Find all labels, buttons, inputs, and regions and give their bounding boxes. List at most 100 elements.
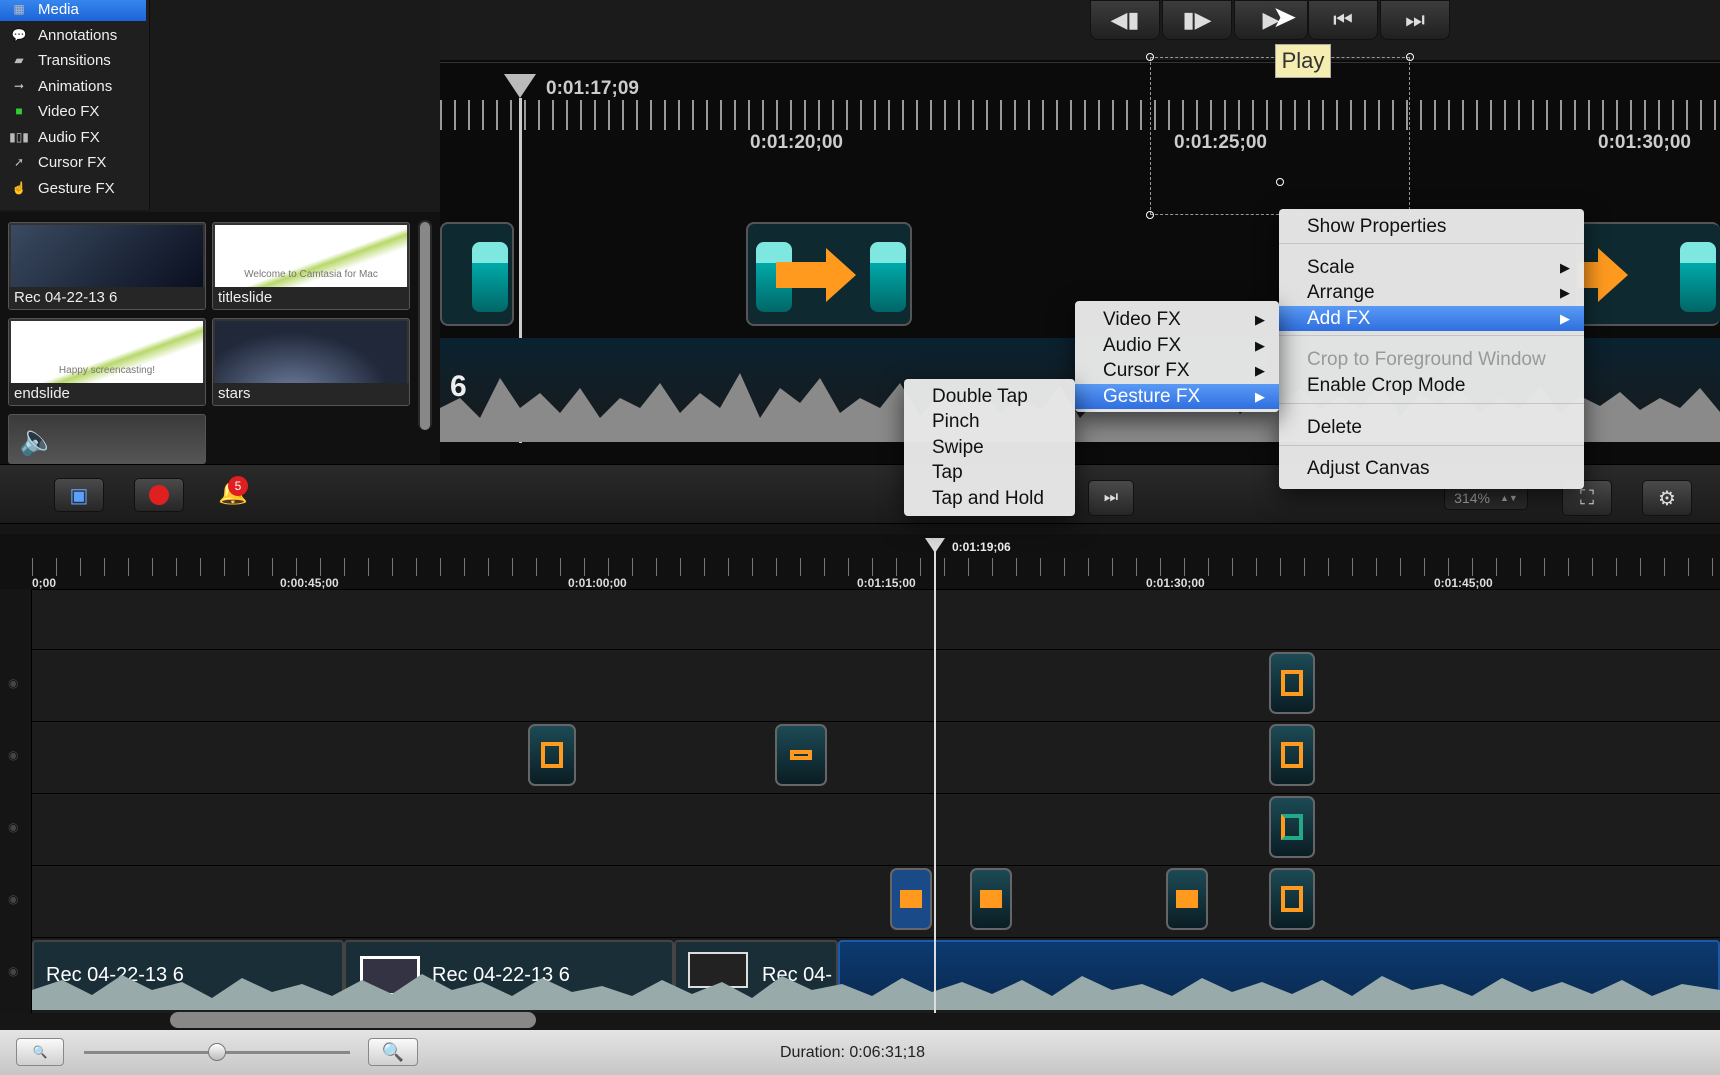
timeline-label: 0:01:30;00: [1146, 576, 1205, 590]
menu-item-gesture-fx[interactable]: Gesture FX ▶: [1075, 384, 1279, 409]
media-library-button[interactable]: ▣: [54, 478, 104, 512]
submenu-arrow-icon: ▶: [1560, 311, 1570, 326]
menu-item-arrange[interactable]: Arrange ▶: [1279, 280, 1584, 305]
menu-item-show-properties[interactable]: Show Properties: [1279, 214, 1584, 239]
visibility-icon[interactable]: ◉: [8, 676, 18, 690]
timeline-track[interactable]: [0, 649, 1720, 721]
record-button[interactable]: [134, 478, 184, 512]
timeline-playhead-line: [934, 546, 936, 1013]
selection-handle[interactable]: [1146, 211, 1154, 219]
submenu-arrow-icon: ▶: [1255, 363, 1265, 378]
media-icon: ▦: [13, 2, 25, 16]
zoom-out-button[interactable]: 🔍: [16, 1038, 64, 1066]
bin-scrollbar[interactable]: [418, 220, 432, 430]
step-forward-icon: ▮▶: [1182, 7, 1212, 32]
annotation-clip[interactable]: [1269, 868, 1315, 930]
rewind-button[interactable]: ⏮: [1308, 0, 1378, 40]
bin-clip-titleslide[interactable]: Welcome to Camtasia for Mac titleslide: [212, 222, 410, 310]
menu-item-crop-foreground: Crop to Foreground Window: [1307, 349, 1546, 370]
settings-button[interactable]: ⚙: [1642, 480, 1692, 516]
bin-clip-audio[interactable]: 🔈: [8, 414, 206, 464]
rewind-icon: ⏮: [1333, 7, 1353, 32]
library-item-transitions[interactable]: ▰ Transitions: [0, 48, 146, 72]
annotation-clip[interactable]: [775, 724, 827, 786]
gesture-clip[interactable]: [970, 868, 1012, 930]
play-tooltip: Play: [1275, 44, 1331, 78]
library-item-animations[interactable]: ➞ Animations: [0, 74, 146, 98]
track-number: 6: [450, 370, 467, 403]
annotation-clip[interactable]: [528, 724, 576, 786]
library-item-audio-fx[interactable]: ▮▯▮ Audio FX: [0, 125, 146, 149]
selection-handle[interactable]: [1146, 53, 1154, 61]
preview-clip[interactable]: [440, 222, 514, 326]
menu-item-cursor-fx[interactable]: Cursor FX ▶: [1075, 358, 1279, 383]
library-item-cursor-fx[interactable]: ➚ Cursor FX: [0, 150, 146, 174]
annotation-clip[interactable]: [1269, 724, 1315, 786]
zoom-select[interactable]: 314% ▲▼: [1444, 486, 1528, 510]
menu-item-add-fx[interactable]: Add FX ▶: [1279, 306, 1584, 331]
step-back-button[interactable]: ◀▮: [1090, 0, 1160, 40]
menu-item-tap-and-hold[interactable]: Tap and Hold: [904, 486, 1075, 511]
step-back-icon: ◀▮: [1110, 7, 1140, 32]
zoom-in-button[interactable]: 🔍: [368, 1038, 418, 1066]
visibility-icon[interactable]: ◉: [8, 820, 18, 834]
timeline-scrollbar[interactable]: [170, 1012, 536, 1028]
annotation-clip[interactable]: [1269, 652, 1315, 714]
timeline-track[interactable]: [0, 865, 1720, 937]
bin-clip-endslide[interactable]: Happy screencasting! endslide: [8, 318, 206, 406]
menu-item-delete[interactable]: Delete: [1279, 415, 1584, 440]
magnifier-large-icon: 🔍: [381, 1041, 405, 1062]
library-panel: ▦ Media 💬 Annotations ▰ Transitions ➞ An…: [0, 0, 150, 210]
step-forward-button[interactable]: ▮▶: [1162, 0, 1232, 40]
menu-item-adjust-canvas[interactable]: Adjust Canvas: [1279, 456, 1584, 481]
duration-label: Duration: 0:06:31;18: [780, 1044, 925, 1061]
zoom-slider-thumb[interactable]: [208, 1043, 226, 1061]
video-fx-icon: ■: [15, 104, 23, 118]
preview-clip[interactable]: [746, 222, 912, 326]
menu-item-tap[interactable]: Tap: [904, 460, 1075, 485]
selection-box[interactable]: [1150, 57, 1410, 215]
submenu-arrow-icon: ▶: [1560, 285, 1570, 300]
annotation-clip[interactable]: [1269, 796, 1315, 858]
timeline-label: 0:01:45;00: [1434, 576, 1493, 590]
timeline-track[interactable]: [0, 793, 1720, 865]
rotation-handle[interactable]: [1276, 178, 1284, 186]
library-item-video-fx[interactable]: ■ Video FX: [0, 99, 146, 123]
bin-clip-stars[interactable]: stars: [212, 318, 410, 406]
selection-handle[interactable]: [1406, 53, 1414, 61]
menu-item-double-tap[interactable]: Double Tap: [904, 384, 1075, 409]
playhead-marker-icon[interactable]: [504, 74, 536, 98]
fast-forward-button[interactable]: ⏭: [1380, 0, 1450, 40]
timeline-track[interactable]: [0, 589, 1720, 649]
arrow-head: [1598, 248, 1628, 302]
notification-badge: 5: [228, 476, 248, 496]
timeline-label: 0;00: [32, 576, 57, 590]
gesture-clip[interactable]: [1166, 868, 1208, 930]
library-item-gesture-fx[interactable]: ☝ Gesture FX: [0, 176, 146, 200]
menu-item-video-fx[interactable]: Video FX ▶: [1075, 307, 1279, 332]
menu-item-scale[interactable]: Scale ▶: [1279, 255, 1584, 280]
visibility-icon[interactable]: ◉: [8, 964, 18, 978]
menu-item-swipe[interactable]: Swipe: [904, 435, 1075, 460]
mouse-cursor-icon: ➤: [1272, 1, 1298, 34]
visibility-icon[interactable]: ◉: [8, 748, 18, 762]
media-library-icon: ▣: [69, 484, 89, 507]
gesture-clip[interactable]: [890, 868, 932, 930]
bin-clip-rec[interactable]: Rec 04-22-13 6: [8, 222, 206, 310]
audio-fx-icon: ▮▯▮: [9, 130, 29, 144]
menu-item-audio-fx[interactable]: Audio FX ▶: [1075, 333, 1279, 358]
fx-submenu: Video FX ▶ Audio FX ▶ Cursor FX ▶ Gesture F…: [1075, 301, 1279, 412]
preview-ruler[interactable]: [440, 100, 1720, 130]
menu-item-enable-crop[interactable]: Enable Crop Mode: [1279, 373, 1584, 398]
library-item-annotations[interactable]: 💬 Annotations: [0, 23, 146, 47]
transitions-icon: ▰: [14, 53, 24, 67]
timeline-track[interactable]: [0, 721, 1720, 793]
submenu-arrow-icon: ▶: [1255, 338, 1265, 353]
stepper-icon: ▲▼: [1499, 493, 1518, 503]
skip-end-button[interactable]: ⏭: [1088, 480, 1134, 516]
menu-item-pinch[interactable]: Pinch: [904, 409, 1075, 434]
timeline-label: 0:01:15;00: [857, 576, 916, 590]
library-item-media[interactable]: ▦ Media: [0, 0, 146, 21]
visibility-icon[interactable]: ◉: [8, 892, 18, 906]
preview-clip[interactable]: [1576, 222, 1720, 326]
